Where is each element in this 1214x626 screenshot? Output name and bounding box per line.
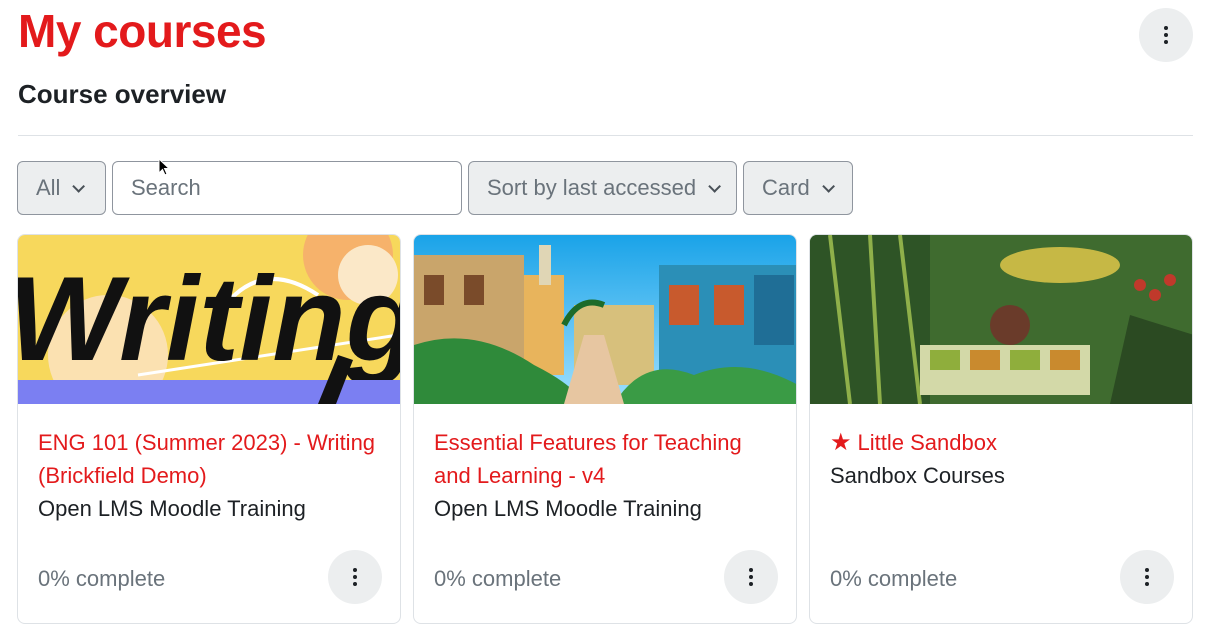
kebab-icon [749, 568, 753, 586]
course-image[interactable] [810, 235, 1192, 404]
course-actions-menu-button[interactable] [724, 550, 778, 604]
chevron-down-icon [708, 179, 722, 193]
mouse-cursor-icon [158, 158, 170, 176]
grouping-dropdown[interactable]: All [17, 161, 106, 215]
course-category: Open LMS Moodle Training [38, 496, 306, 521]
page-title: My courses [18, 5, 267, 57]
course-progress: 0% complete [38, 566, 166, 591]
course-progress: 0% complete [830, 566, 958, 591]
course-card: Essential Features for Teaching and Lear… [413, 234, 797, 624]
grouping-dropdown-label: All [36, 175, 61, 200]
course-category: Open LMS Moodle Training [434, 496, 702, 521]
course-actions-menu-button[interactable] [1120, 550, 1174, 604]
kebab-icon [353, 568, 357, 586]
course-card: ★ Little Sandbox Sandbox Courses 0% compl… [809, 234, 1193, 624]
divider [18, 135, 1193, 136]
course-card: Writing ENG 101 (Summer 2023) - Writing … [17, 234, 401, 624]
chevron-down-icon [821, 179, 835, 193]
star-icon: ★ [830, 429, 852, 456]
course-name-text: Little Sandbox [857, 430, 997, 455]
sort-dropdown-label: Sort by last accessed [487, 175, 697, 200]
course-name-link[interactable]: Essential Features for Teaching and Lear… [434, 426, 776, 492]
course-image[interactable]: Writing [18, 235, 400, 404]
course-category: Sandbox Courses [830, 463, 1005, 488]
course-image[interactable] [414, 235, 796, 404]
page-actions-menu-button[interactable] [1139, 8, 1193, 62]
view-dropdown-label: Card [762, 175, 810, 200]
chevron-down-icon [72, 179, 86, 193]
kebab-icon [1164, 26, 1168, 44]
section-heading: Course overview [18, 79, 227, 109]
course-name-link[interactable]: ★ Little Sandbox [830, 426, 1172, 459]
course-actions-menu-button[interactable] [328, 550, 382, 604]
course-progress: 0% complete [434, 566, 562, 591]
course-name-link[interactable]: ENG 101 (Summer 2023) - Writing (Brickfi… [38, 426, 380, 492]
kebab-icon [1145, 568, 1149, 586]
view-dropdown[interactable]: Card [743, 161, 853, 215]
sort-dropdown[interactable]: Sort by last accessed [468, 161, 737, 215]
